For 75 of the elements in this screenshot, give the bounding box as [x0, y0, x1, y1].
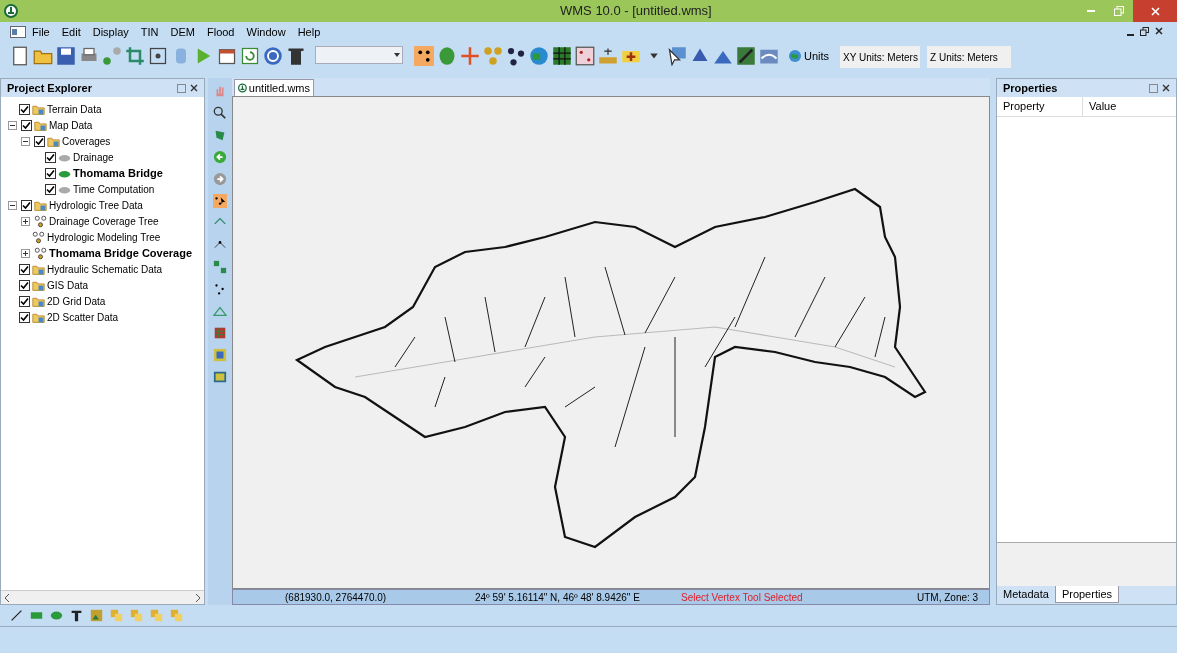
xy-units-label: XY Units: Meters: [840, 46, 921, 68]
window-title: WMS 10.0 - [untitled.wms]: [560, 2, 712, 21]
tree-item[interactable]: Time Computation: [73, 181, 155, 197]
checkbox[interactable]: [19, 263, 30, 275]
tree-item[interactable]: Terrain Data: [47, 101, 102, 117]
horizontal-scrollbar[interactable]: [1, 590, 204, 604]
checkbox[interactable]: [21, 119, 32, 131]
column-header: Property: [997, 97, 1083, 116]
tree-icon: [32, 230, 45, 244]
tree-item[interactable]: 2D Grid Data: [47, 293, 106, 309]
app-logo-icon: [4, 4, 18, 18]
checkbox[interactable]: [19, 295, 30, 307]
expand-toggle[interactable]: [21, 248, 30, 258]
menu-item[interactable]: Window: [246, 23, 286, 41]
coordinates-readout: (681930.0, 2764470.0): [285, 590, 388, 605]
checkbox[interactable]: [34, 135, 45, 147]
tree-item[interactable]: 2D Scatter Data: [47, 309, 119, 325]
column-header: Value: [1088, 99, 1118, 115]
collapse-toggle[interactable]: [8, 200, 17, 210]
menu-item[interactable]: Display: [92, 23, 129, 41]
close-icon[interactable]: [1155, 27, 1163, 35]
tree-icon: [34, 214, 47, 228]
app-logo-icon: [238, 82, 247, 94]
tree-item[interactable]: Hydraulic Schematic Data: [47, 261, 163, 277]
close-icon: [1150, 6, 1160, 16]
close-icon[interactable]: [1162, 84, 1170, 92]
checkbox[interactable]: [45, 183, 56, 195]
minus-icon: [23, 138, 28, 144]
checkbox[interactable]: [45, 151, 56, 163]
plus-icon: [23, 250, 28, 256]
plus-icon: [23, 218, 28, 224]
checkbox[interactable]: [19, 103, 30, 115]
expand-toggle[interactable]: [21, 216, 30, 226]
menu-item[interactable]: Help: [297, 23, 321, 41]
close-icon[interactable]: [190, 84, 198, 92]
document-tab[interactable]: untitled.wms: [234, 79, 314, 96]
collapse-toggle[interactable]: [21, 136, 30, 146]
menu-item[interactable]: Edit: [61, 23, 81, 41]
caret-icon: [394, 53, 400, 57]
dropdown-field[interactable]: [315, 46, 403, 64]
tree-item[interactable]: Thomama Bridge Coverage: [49, 244, 193, 262]
checkbox[interactable]: [21, 199, 32, 211]
tree-icon: [34, 246, 47, 260]
lat-long-readout: 24º 59' 5.16114" N, 46º 48' 8.9426" E: [475, 590, 641, 605]
document-icon: [10, 26, 26, 38]
minus-icon: [10, 122, 15, 128]
tree-item[interactable]: Drainage: [73, 149, 114, 165]
checkbox[interactable]: [19, 311, 30, 323]
collapse-toggle[interactable]: [8, 120, 17, 130]
tree-item[interactable]: Drainage Coverage Tree: [49, 213, 159, 229]
menu-item[interactable]: DEM: [170, 23, 195, 41]
panel-title: Project Explorer: [7, 80, 92, 96]
tree-item[interactable]: Hydrologic Modeling Tree: [47, 229, 161, 245]
zone-readout: UTM, Zone: 3: [917, 590, 979, 605]
menu-item[interactable]: File: [32, 23, 50, 41]
minimize-icon: [1087, 10, 1095, 12]
z-units-label: Z Units: Meters: [927, 46, 1012, 68]
tree-item[interactable]: Thomama Bridge: [73, 164, 163, 182]
status-message: Select Vertex Tool Selected: [681, 590, 804, 605]
tree-item[interactable]: Hydrologic Tree Data: [49, 197, 143, 213]
panel-tab[interactable]: Properties: [1054, 586, 1119, 603]
close-button[interactable]: [1133, 0, 1177, 22]
tree-item[interactable]: Map Data: [49, 117, 93, 133]
panel-title: Properties: [1003, 80, 1058, 96]
minus-icon: [10, 202, 15, 208]
checkbox[interactable]: [19, 279, 30, 291]
tree-item[interactable]: GIS Data: [47, 277, 89, 293]
units-button[interactable]: Units: [786, 46, 832, 66]
checkbox[interactable]: [45, 167, 56, 179]
restore-icon[interactable]: [1140, 27, 1149, 36]
menu-item[interactable]: Flood: [206, 23, 235, 41]
restore-icon: [1114, 6, 1124, 16]
tree-item[interactable]: Coverages: [62, 133, 111, 149]
globe-icon: [788, 49, 802, 63]
menu-item[interactable]: TIN: [140, 23, 159, 41]
